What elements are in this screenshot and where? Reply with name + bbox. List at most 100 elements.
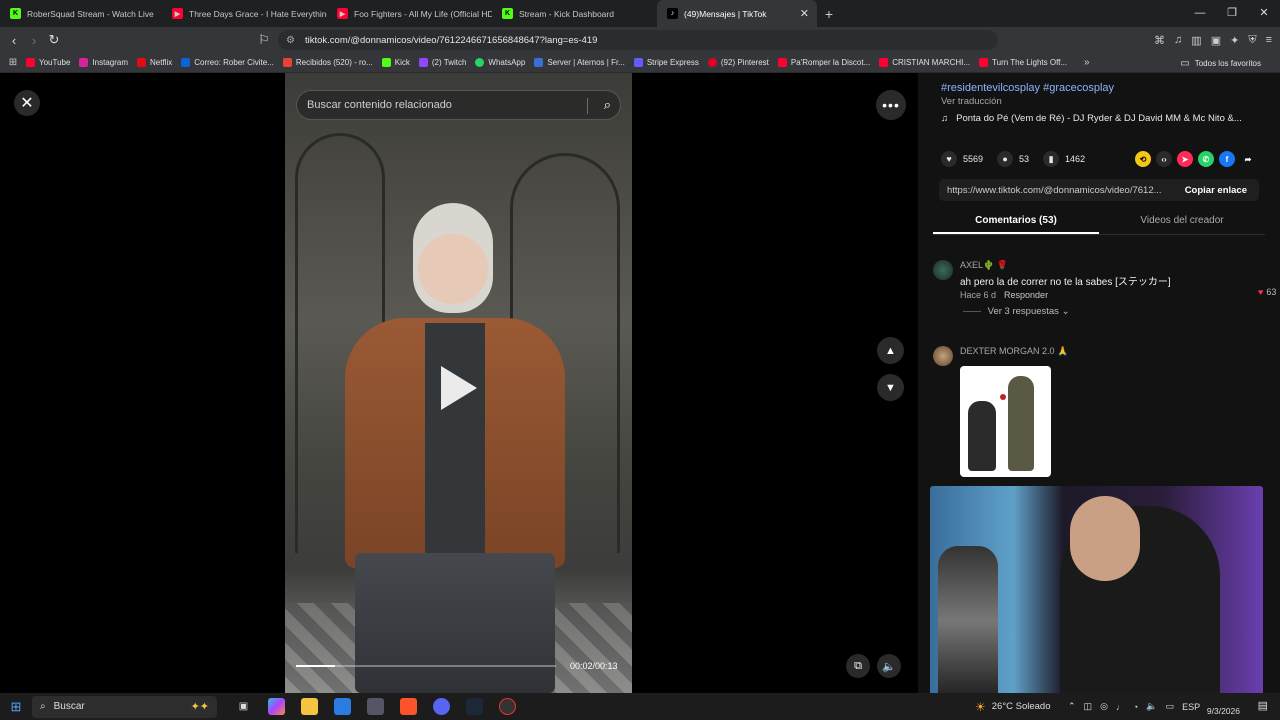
music-link[interactable]: ♫ Ponta do Pé (Vem de Ré) - DJ Ryder & D… [941, 113, 1242, 124]
comment-username[interactable]: DEXTER MORGAN 2.0 🙏 [960, 346, 1068, 357]
copy-link-button[interactable]: Copiar enlace [1185, 185, 1247, 196]
bookmark-item[interactable]: Server | Aternos | Fr... [534, 58, 625, 67]
more-options-button[interactable]: ••• [876, 90, 906, 120]
close-tab-icon[interactable]: ✕ [800, 7, 809, 20]
copilot-icon[interactable] [268, 698, 285, 715]
comment-like-button[interactable]: ♥ 63 [1258, 287, 1276, 297]
chevron-up-icon[interactable]: ⌃ [1068, 701, 1076, 712]
network-icon[interactable]: ◎ [1100, 701, 1108, 712]
clock-date[interactable]: 9/3/2026 [1207, 706, 1240, 716]
discord-icon[interactable] [433, 698, 450, 715]
search-icon[interactable]: ⌕ [604, 97, 611, 113]
embed-icon[interactable]: ‹› [1156, 151, 1172, 167]
comment-button[interactable]: ● 53 [997, 151, 1029, 167]
browser-tab[interactable]: ▶ Foo Fighters - All My Life (Official H… [327, 0, 492, 27]
new-tab-button[interactable]: + [817, 6, 841, 22]
pip-button[interactable]: ⧉ [846, 654, 870, 678]
reload-icon[interactable]: ↻ [44, 32, 64, 48]
bookmark-item[interactable]: Correo: Rober Civite... [181, 58, 274, 67]
window-close-icon[interactable]: ✕ [1248, 0, 1280, 27]
menu-icon[interactable]: ≡ [1266, 34, 1272, 46]
store-icon[interactable] [334, 698, 351, 715]
translate-link[interactable]: Ver traducción [941, 96, 1002, 107]
app-icon[interactable] [367, 698, 384, 715]
more-bookmarks-icon[interactable]: » [1084, 57, 1090, 68]
all-bookmarks-folder[interactable]: ▭ Todos los favoritos [1180, 53, 1261, 73]
bookmark-item[interactable]: Turn The Lights Off... [979, 58, 1067, 67]
bookmark-item[interactable]: Recibidos (520) - ro... [282, 58, 373, 67]
repost-icon[interactable]: ⟲ [1135, 151, 1151, 167]
site-info-icon[interactable]: ⚙ [286, 35, 295, 46]
taskbar-search[interactable]: ⌕ Buscar ✦✦ [32, 695, 217, 718]
video-hashtags[interactable]: #residentevilcosplay #gracecosplay [941, 82, 1114, 94]
tab-comments[interactable]: Comentarios (53) [933, 211, 1099, 234]
bookmark-item[interactable]: Pa'Romper la Discot... [777, 58, 870, 67]
bookmark-item[interactable]: WhatsApp [475, 58, 525, 67]
tray-app-icon[interactable]: ◫ [1084, 701, 1093, 712]
bookmark-item[interactable]: Netflix [137, 58, 172, 67]
browser-tab[interactable]: K Stream - Kick Dashboard [492, 0, 657, 27]
browser-tab[interactable]: ▶ Three Days Grace - I Hate Everything [162, 0, 327, 27]
bookmark-item[interactable]: Kick [381, 58, 410, 67]
browser-tab[interactable]: K RoberSquad Stream - Watch Live [0, 0, 162, 27]
browser-tab-active[interactable]: ♪ (49)Mensajes | TikTok ✕ [657, 0, 817, 27]
share-buttons: ⟲ ‹› ➤ ✆ f ➦ [1135, 151, 1256, 167]
save-button[interactable]: ▮ 1462 [1043, 151, 1085, 167]
speaker-icon[interactable]: 🔈 [1146, 701, 1157, 712]
extensions-icon[interactable]: ✦ [1230, 34, 1239, 47]
url-field[interactable]: ⚙ tiktok.com/@donnamicos/video/761224667… [278, 30, 998, 50]
restore-icon[interactable]: ❐ [1216, 0, 1248, 27]
obs-icon[interactable] [499, 698, 516, 715]
close-viewer-button[interactable]: ✕ [14, 90, 40, 116]
bookmark-item[interactable]: Instagram [79, 58, 128, 67]
comment-sticker-image[interactable] [960, 366, 1051, 477]
whatsapp-icon[interactable]: ✆ [1198, 151, 1214, 167]
bookmark-item[interactable]: YouTube [26, 58, 70, 67]
next-video-button[interactable]: ▼ [877, 374, 904, 401]
language-indicator[interactable]: ESP [1182, 702, 1200, 712]
battery-icon[interactable]: ▭ [1166, 701, 1175, 712]
vpn-icon[interactable]: ⛨ [1248, 34, 1256, 47]
view-replies-button[interactable]: Ver 3 respuestas ⌄ [963, 306, 1070, 317]
notification-icon[interactable]: ▤ [1258, 699, 1268, 712]
minimize-icon[interactable]: — [1184, 0, 1216, 27]
music-icon[interactable]: ♫ [1174, 34, 1182, 46]
facebook-icon[interactable]: f [1219, 151, 1235, 167]
wallet-icon[interactable]: ▣ [1211, 34, 1221, 47]
reply-button[interactable]: Responder [1004, 290, 1048, 300]
brave-icon[interactable] [400, 698, 417, 715]
related-search-input[interactable]: Buscar contenido relacionado ⌕ [296, 90, 621, 120]
send-icon[interactable]: ➤ [1177, 151, 1193, 167]
music-note-icon: ♫ [941, 113, 949, 124]
back-icon[interactable]: ‹ [4, 33, 24, 48]
tab-label: (49)Mensajes | TikTok [684, 8, 767, 19]
avatar[interactable] [933, 260, 953, 280]
avatar[interactable] [933, 346, 953, 366]
bookmark-item[interactable]: (2) Twitch [418, 58, 466, 67]
sidebar-icon[interactable]: ▥ [1191, 34, 1201, 47]
task-view-icon[interactable]: ▣ [235, 698, 252, 715]
weather-widget[interactable]: ☀ 26°C Soleado [975, 693, 1051, 720]
file-explorer-icon[interactable] [301, 698, 318, 715]
bookmark-icon[interactable]: ⚐ [254, 32, 274, 48]
windows-start-icon[interactable]: ⊞ [0, 699, 32, 715]
comment-username[interactable]: AXEL🌵 🌹 [960, 260, 1008, 271]
bookmark-item[interactable]: CRISTIAN MARCHI... [879, 58, 970, 67]
wifi-icon[interactable]: ◔ [1133, 702, 1138, 712]
apps-grid-icon[interactable]: ⊞ [0, 57, 26, 68]
bookmark-item[interactable]: Stripe Express [633, 58, 699, 67]
play-icon[interactable] [441, 366, 477, 410]
mic-icon[interactable]: ♩ [1116, 702, 1125, 712]
volume-button[interactable]: 🔈 [877, 654, 901, 678]
share-arrow-icon[interactable]: ➦ [1240, 151, 1256, 167]
close-icon: ✕ [20, 95, 34, 112]
steam-icon[interactable] [466, 698, 483, 715]
reader-icon[interactable]: ⌘ [1154, 34, 1165, 47]
bookmark-item[interactable]: (92) Pinterest [707, 58, 769, 67]
video-progress-bar[interactable] [296, 665, 556, 667]
like-button[interactable]: ♥ 5569 [941, 151, 983, 167]
tab-creator-videos[interactable]: Videos del creador [1099, 211, 1265, 234]
heart-icon: ♥ [1258, 287, 1264, 297]
forward-icon[interactable]: › [24, 33, 44, 48]
previous-video-button[interactable]: ▲ [877, 337, 904, 364]
